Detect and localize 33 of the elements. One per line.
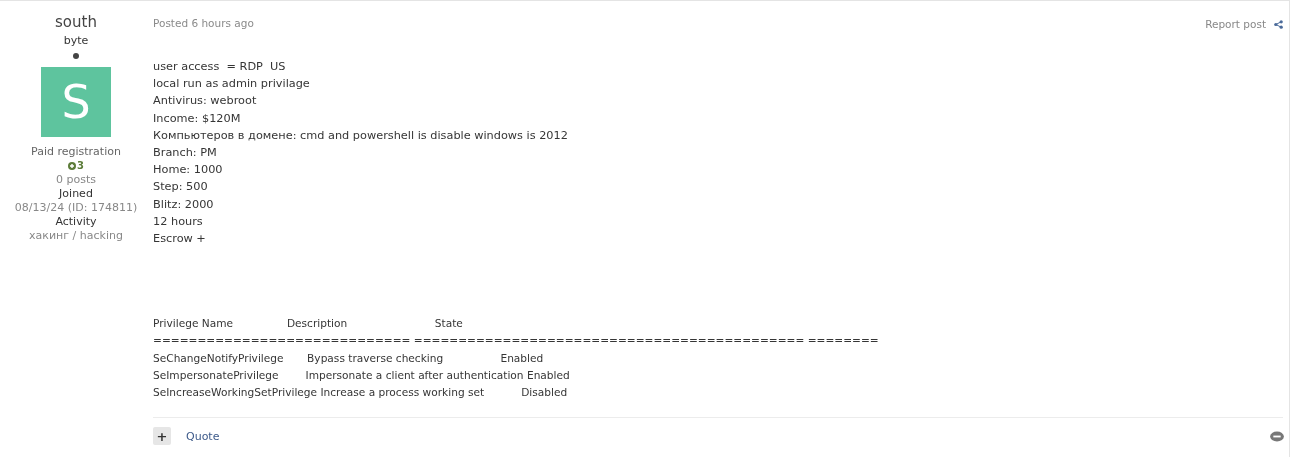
share-icon[interactable]	[1274, 19, 1283, 29]
privilege-table-line: SeChangeNotifyPrivilege Bypass traverse checking Enabled	[153, 350, 545, 366]
post-text-line: user access = RDP US	[153, 59, 287, 75]
privilege-table-line: SeIncreaseWorkingSetPrivilege Increase a process working set Disabled	[153, 385, 569, 401]
privilege-table-line: Privilege Name Description State	[153, 316, 464, 332]
post-text-line: Blitz: 2000	[153, 196, 215, 213]
post-text-line: Escrow +	[153, 231, 207, 248]
post-text-line: Branch: PM	[153, 145, 218, 161]
add-button[interactable]: +	[153, 427, 171, 446]
multiquote-icon[interactable]	[1269, 430, 1285, 442]
reputation-count: 3	[77, 159, 84, 173]
joined-date: 08/13/24 (ID: 174811)	[14, 201, 138, 215]
activity-value: хакинг / hacking	[29, 229, 123, 243]
post-text-line: local run as admin privilage	[153, 76, 311, 93]
joined-label: Joined	[59, 187, 93, 201]
plus-icon	[68, 162, 76, 170]
status-dot-icon	[73, 53, 79, 59]
user-group: Paid registration	[31, 145, 121, 159]
post-text-line: Antivirus: webroot	[153, 93, 258, 110]
privilege-table-line: ============================= ============================================ ========	[153, 333, 880, 349]
author-rank: byte	[63, 34, 89, 47]
post-text-line: Step: 500	[153, 179, 209, 196]
post-text-line: Компьютеров в домене: cmd and powershell is disable windows is 2012	[153, 127, 569, 144]
report-post-link[interactable]: Report post	[1205, 18, 1266, 30]
privilege-table-line: SeImpersonatePrivilege Impersonate a client after authentication Enabled	[153, 367, 571, 383]
post-text-line: Home: 1000	[153, 162, 224, 179]
activity-label: Activity	[55, 215, 97, 229]
author-name[interactable]: south	[55, 13, 97, 31]
quote-link[interactable]: Quote	[186, 429, 220, 443]
post-date: Posted 6 hours ago	[153, 16, 254, 29]
post-text-line: 12 hours	[153, 213, 204, 230]
post-text-line: Income: $120M	[153, 110, 242, 127]
post-count: 0 posts	[56, 173, 96, 187]
